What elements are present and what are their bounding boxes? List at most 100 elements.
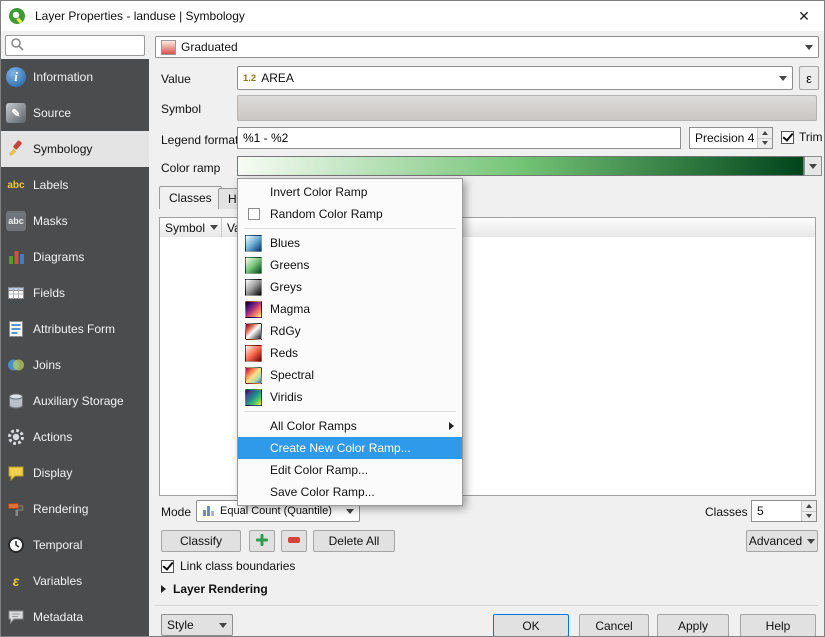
spin-down-icon[interactable] xyxy=(762,141,768,145)
decimal-field-icon: 1.2 xyxy=(243,73,256,84)
menu-item-label: Blues xyxy=(270,236,300,250)
menu-item-label: Edit Color Ramp... xyxy=(270,463,368,477)
trim-checkbox-row: Trim xyxy=(781,130,823,144)
checkbox-icon[interactable] xyxy=(248,208,260,220)
menu-item-magma[interactable]: Magma xyxy=(238,298,462,320)
spin-up-icon[interactable] xyxy=(806,504,812,508)
link-class-boundaries-checkbox[interactable] xyxy=(161,560,174,573)
search-input[interactable] xyxy=(28,39,140,53)
sidebar-item-labels[interactable]: abc Labels xyxy=(1,167,149,203)
menu-item-all-color-ramps[interactable]: All Color Ramps xyxy=(238,415,462,437)
help-label: Help xyxy=(766,619,791,633)
ok-button[interactable]: OK xyxy=(493,614,569,637)
apply-label: Apply xyxy=(678,619,708,633)
tab-classes[interactable]: Classes xyxy=(159,186,222,209)
cancel-button[interactable]: Cancel xyxy=(579,614,649,637)
menu-item-spectral[interactable]: Spectral xyxy=(238,364,462,386)
menu-item-save-color-ramp[interactable]: Save Color Ramp... xyxy=(238,481,462,503)
expression-builder-button[interactable]: ε xyxy=(799,66,819,90)
color-ramp-menu: Invert Color Ramp Random Color Ramp Blue… xyxy=(237,178,463,506)
remove-class-button[interactable] xyxy=(281,530,307,552)
menu-item-blues[interactable]: Blues xyxy=(238,232,462,254)
menu-item-reds[interactable]: Reds xyxy=(238,342,462,364)
sidebar-item-information[interactable]: i Information xyxy=(1,59,149,95)
close-icon[interactable]: ✕ xyxy=(790,3,818,29)
menu-item-viridis[interactable]: Viridis xyxy=(238,386,462,408)
sidebar-item-source[interactable]: ✎ Source xyxy=(1,95,149,131)
classes-count-label: Classes xyxy=(705,505,748,519)
layer-rendering-section[interactable]: Layer Rendering xyxy=(161,582,268,596)
histogram-bars-icon xyxy=(202,503,216,520)
sidebar-item-display[interactable]: Display xyxy=(1,455,149,491)
sidebar-item-attributes-form[interactable]: Attributes Form xyxy=(1,311,149,347)
menu-item-create-new-color-ramp[interactable]: Create New Color Ramp... xyxy=(238,437,462,459)
sidebar-item-joins[interactable]: Joins xyxy=(1,347,149,383)
renderer-type-value: Graduated xyxy=(181,40,238,54)
help-button[interactable]: Help xyxy=(740,614,816,637)
menu-item-greens[interactable]: Greens xyxy=(238,254,462,276)
style-menu-button[interactable]: Style xyxy=(161,614,233,636)
menu-item-random-color-ramp[interactable]: Random Color Ramp xyxy=(238,203,462,225)
add-class-button[interactable] xyxy=(249,530,275,552)
chevron-down-icon xyxy=(779,76,787,81)
sidebar-item-diagrams[interactable]: Diagrams xyxy=(1,239,149,275)
value-field-select[interactable]: 1.2 AREA xyxy=(237,66,793,90)
sidebar-item-auxiliary-storage[interactable]: Auxiliary Storage xyxy=(1,383,149,419)
sidebar-item-temporal[interactable]: Temporal xyxy=(1,527,149,563)
menu-icon-cell xyxy=(245,206,262,223)
spinner-arrows[interactable] xyxy=(801,501,816,521)
value-label: Value xyxy=(161,72,191,86)
graduated-icon xyxy=(161,40,176,55)
sidebar-item-label: Metadata xyxy=(33,610,83,624)
menu-item-invert-color-ramp[interactable]: Invert Color Ramp xyxy=(238,181,462,203)
delete-all-label: Delete All xyxy=(329,534,380,548)
sidebar-item-label: Display xyxy=(33,466,72,480)
sidebar-item-metadata[interactable]: Metadata xyxy=(1,599,149,635)
color-ramp-preview[interactable] xyxy=(237,156,804,176)
spin-down-icon[interactable] xyxy=(806,514,812,518)
joins-icon xyxy=(6,355,26,375)
legend-format-label: Legend format xyxy=(161,133,238,147)
sidebar-item-masks[interactable]: abc Masks xyxy=(1,203,149,239)
sidebar-item-actions[interactable]: Actions xyxy=(1,419,149,455)
value-field-name: AREA xyxy=(261,71,294,85)
menu-item-label: Invert Color Ramp xyxy=(270,185,367,199)
menu-item-edit-color-ramp[interactable]: Edit Color Ramp... xyxy=(238,459,462,481)
trim-checkbox[interactable] xyxy=(781,131,794,144)
expand-arrow-icon xyxy=(161,585,166,593)
menu-item-greys[interactable]: Greys xyxy=(238,276,462,298)
color-ramp-dropdown-button[interactable] xyxy=(804,156,822,176)
chevron-down-icon xyxy=(809,164,817,169)
column-dropdown-icon[interactable] xyxy=(210,225,218,230)
sidebar-item-variables[interactable]: ε Variables xyxy=(1,563,149,599)
delete-all-button[interactable]: Delete All xyxy=(313,530,395,552)
greys-ramp-icon xyxy=(245,279,262,296)
sidebar-item-label: Auxiliary Storage xyxy=(33,394,124,408)
advanced-label: Advanced xyxy=(749,534,802,548)
sidebar-item-symbology[interactable]: Symbology xyxy=(1,131,149,167)
symbol-preview[interactable] xyxy=(237,95,817,121)
apply-button[interactable]: Apply xyxy=(657,614,729,637)
column-header-label: Symbol xyxy=(165,221,205,235)
precision-spinbox[interactable]: Precision 4 xyxy=(689,127,773,149)
temporal-clock-icon xyxy=(6,535,26,555)
renderer-type-select[interactable]: Graduated xyxy=(155,36,819,58)
sidebar-searchbox[interactable] xyxy=(5,35,145,56)
spinner-arrows[interactable] xyxy=(757,128,772,148)
sidebar-item-rendering[interactable]: Rendering xyxy=(1,491,149,527)
menu-item-label: Create New Color Ramp... xyxy=(270,441,411,455)
titlebar: Layer Properties - landuse | Symbology ✕ xyxy=(1,1,824,31)
spin-up-icon[interactable] xyxy=(762,131,768,135)
classes-count-spinbox[interactable]: 5 xyxy=(751,500,817,522)
sidebar-item-fields[interactable]: Fields xyxy=(1,275,149,311)
sidebar-item-label: Joins xyxy=(33,358,61,372)
menu-item-label: RdGy xyxy=(270,324,301,338)
advanced-button[interactable]: Advanced xyxy=(746,530,818,552)
menu-item-rdgy[interactable]: RdGy xyxy=(238,320,462,342)
column-header-symbol[interactable]: Symbol xyxy=(160,218,222,237)
sidebar-nav: i Information ✎ Source Symbology abc Lab… xyxy=(1,59,149,636)
rendering-roller-icon xyxy=(6,499,26,519)
diagrams-icon xyxy=(6,247,26,267)
legend-format-input[interactable] xyxy=(237,127,681,149)
classify-button[interactable]: Classify xyxy=(161,530,241,552)
